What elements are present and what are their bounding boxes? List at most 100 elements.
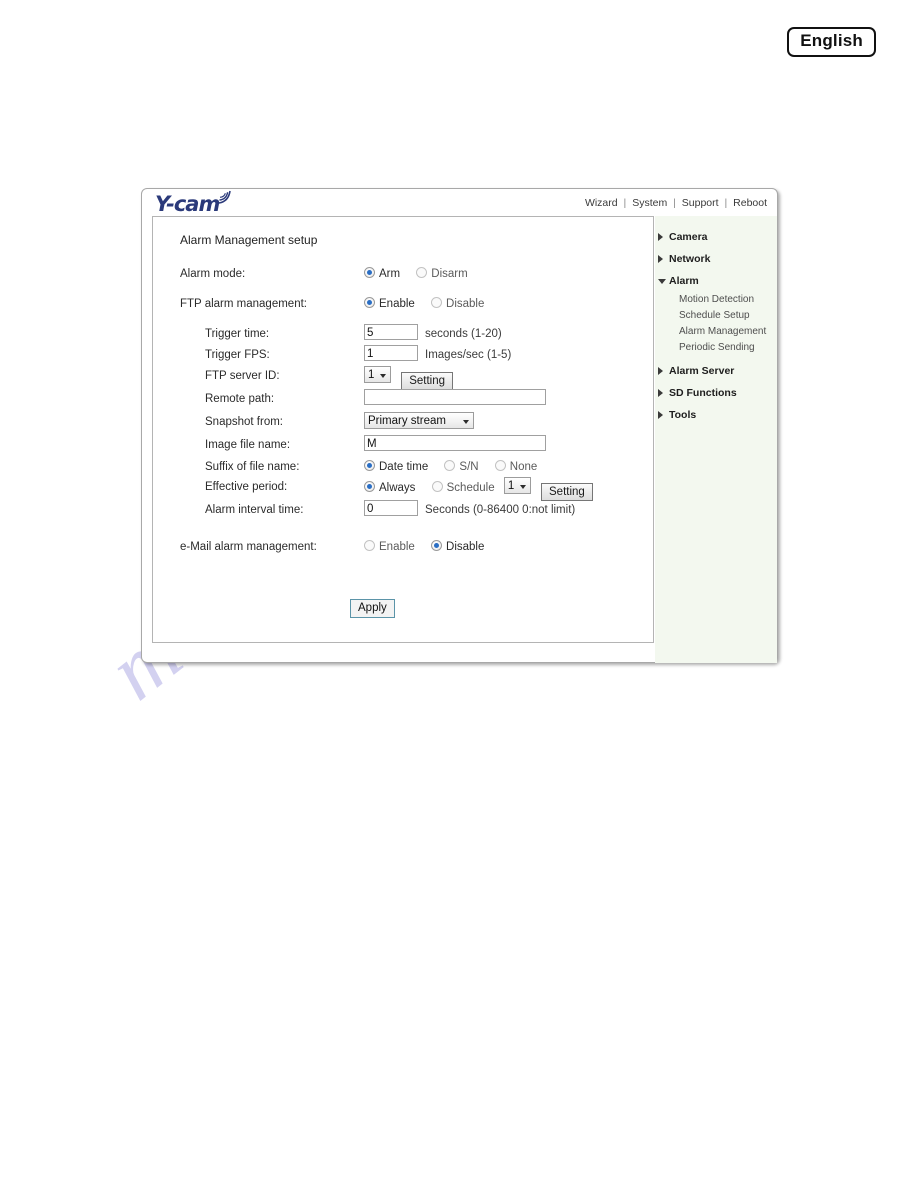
- header-link-reboot[interactable]: Reboot: [733, 197, 767, 209]
- chevron-down-icon: [380, 374, 386, 378]
- sidebar-subitem-alarm-management[interactable]: Alarm Management: [655, 324, 777, 340]
- snapshot-from-select[interactable]: Primary stream: [364, 412, 474, 429]
- sidebar-item-sd-functions[interactable]: SD Functions: [655, 382, 777, 404]
- triangle-right-icon: [658, 389, 663, 397]
- label-email-alarm-management: e-Mail alarm management:: [180, 541, 317, 553]
- label-remote-path: Remote path:: [205, 393, 275, 405]
- trigger-time-control: 5 seconds (1-20): [364, 324, 502, 344]
- radio-suffix-sn[interactable]: S/N: [444, 460, 479, 473]
- ftp-alarm-radio-group: Enable Disable: [364, 294, 497, 314]
- radio-label: Enable: [379, 541, 415, 553]
- radio-indicator-off: [364, 540, 375, 551]
- label-ftp-alarm-management: FTP alarm management:: [180, 298, 307, 310]
- logo-text: Y-cam: [155, 192, 220, 216]
- effective-period-setting-button[interactable]: Setting: [541, 483, 593, 501]
- label-trigger-time: Trigger time:: [205, 328, 270, 340]
- language-badge[interactable]: English: [787, 27, 876, 57]
- radio-indicator-on: [364, 267, 375, 278]
- radio-label: Enable: [379, 298, 415, 310]
- sidebar-subitem-schedule-setup[interactable]: Schedule Setup: [655, 308, 777, 324]
- sidebar-item-alarm-server[interactable]: Alarm Server: [655, 360, 777, 382]
- radio-suffix-date-time[interactable]: Date time: [364, 460, 429, 473]
- radio-effective-always[interactable]: Always: [364, 481, 415, 494]
- sidebar-item-label: Tools: [669, 409, 697, 421]
- sidebar-subitem-motion-detection[interactable]: Motion Detection: [655, 292, 777, 308]
- sidebar-item-label: Alarm: [669, 275, 699, 287]
- radio-label: S/N: [459, 461, 479, 473]
- label-trigger-fps: Trigger FPS:: [205, 349, 270, 361]
- image-file-name-control: M: [364, 435, 546, 455]
- sidebar-item-camera[interactable]: Camera: [655, 226, 777, 248]
- radio-indicator-off: [494, 460, 506, 471]
- row-alarm-mode: Alarm mode: Arm Disarm: [180, 264, 640, 284]
- email-alarm-radio-group: Enable Disable: [364, 537, 497, 557]
- select-value: 1: [368, 369, 375, 381]
- select-value: 1: [507, 480, 515, 492]
- trigger-fps-hint: Images/sec (1-5): [425, 349, 512, 361]
- header-link-system[interactable]: System: [632, 197, 667, 209]
- row-trigger-fps: Trigger FPS: 1 Images/sec (1-5): [205, 345, 645, 365]
- sidebar-item-label: Network: [669, 253, 711, 265]
- radio-alarm-mode-arm[interactable]: Arm: [364, 267, 401, 280]
- alarm-interval-time-input[interactable]: 0: [364, 500, 418, 516]
- sidebar-subitem-periodic-sending[interactable]: Periodic Sending: [655, 340, 777, 356]
- suffix-radio-group: Date time S/N None: [364, 457, 550, 477]
- content-wrap: Alarm Management setup Alarm mode: Arm D…: [142, 216, 777, 663]
- ftp-server-setting-button[interactable]: Setting: [401, 372, 454, 390]
- sidebar-item-label: SD Functions: [669, 387, 737, 399]
- label-snapshot-from: Snapshot from:: [205, 416, 283, 428]
- trigger-fps-input[interactable]: 1: [364, 345, 418, 361]
- panel-header: Y-cam Wizard | System | Support | Reboot: [142, 189, 777, 216]
- chevron-down-icon: [463, 420, 469, 424]
- apply-button[interactable]: Apply: [350, 599, 395, 618]
- radio-label: Date time: [379, 461, 429, 473]
- sidebar-top-spacer: [655, 216, 777, 226]
- radio-indicator-on: [364, 460, 375, 471]
- row-effective-period: Effective period: Always Schedule 1 Sett…: [205, 477, 645, 501]
- triangle-right-icon: [658, 411, 663, 419]
- label-alarm-mode: Alarm mode:: [180, 268, 246, 280]
- label-alarm-interval-time: Alarm interval time:: [205, 504, 304, 516]
- row-alarm-interval-time: Alarm interval time: 0 Seconds (0-86400 0…: [205, 500, 645, 520]
- image-file-name-input[interactable]: M: [364, 435, 546, 451]
- triangle-down-icon: [658, 279, 666, 284]
- row-ftp-alarm-management: FTP alarm management: Enable Disable: [180, 294, 640, 314]
- ycam-logo: Y-cam: [155, 190, 232, 216]
- radio-label: None: [509, 461, 538, 473]
- remote-path-control: [364, 389, 546, 409]
- header-link-support[interactable]: Support: [682, 197, 719, 209]
- remote-path-input[interactable]: [364, 389, 546, 405]
- radio-alarm-mode-disarm[interactable]: Disarm: [416, 267, 468, 280]
- select-value: Primary stream: [368, 415, 446, 427]
- radio-effective-schedule[interactable]: Schedule: [431, 481, 495, 494]
- triangle-right-icon: [658, 367, 663, 375]
- radio-label: Arm: [379, 268, 401, 280]
- label-ftp-server-id: FTP server ID:: [205, 370, 280, 382]
- radio-indicator-off: [431, 297, 443, 308]
- sidebar-item-tools[interactable]: Tools: [655, 404, 777, 426]
- row-snapshot-from: Snapshot from: Primary stream: [205, 412, 645, 432]
- radio-suffix-none[interactable]: None: [494, 460, 538, 473]
- radio-indicator-off: [444, 460, 456, 471]
- row-email-alarm-management: e-Mail alarm management: Enable Disable: [180, 537, 640, 557]
- header-link-wizard[interactable]: Wizard: [585, 197, 618, 209]
- row-suffix-of-file-name: Suffix of file name: Date time S/N None: [205, 457, 645, 477]
- sidebar-item-alarm[interactable]: Alarm: [655, 270, 777, 292]
- radio-indicator-on: [364, 297, 375, 308]
- effective-period-schedule-select[interactable]: 1: [503, 477, 531, 494]
- radio-email-enable[interactable]: Enable: [364, 540, 415, 553]
- sidebar-item-network[interactable]: Network: [655, 248, 777, 270]
- radio-ftp-enable[interactable]: Enable: [364, 297, 415, 310]
- radio-indicator-on: [431, 540, 443, 551]
- triangle-right-icon: [658, 233, 663, 241]
- radio-ftp-disable[interactable]: Disable: [431, 297, 484, 310]
- row-image-file-name: Image file name: M: [205, 435, 645, 455]
- header-separator: |: [673, 197, 676, 209]
- trigger-time-input[interactable]: 5: [364, 324, 418, 340]
- header-links: Wizard | System | Support | Reboot: [585, 197, 767, 209]
- radio-email-disable[interactable]: Disable: [431, 540, 484, 553]
- ftp-server-id-select[interactable]: 1: [364, 366, 391, 383]
- chevron-down-icon: [519, 485, 526, 489]
- ftp-server-id-control: 1 Setting: [364, 366, 454, 390]
- label-suffix-of-file-name: Suffix of file name:: [205, 461, 300, 473]
